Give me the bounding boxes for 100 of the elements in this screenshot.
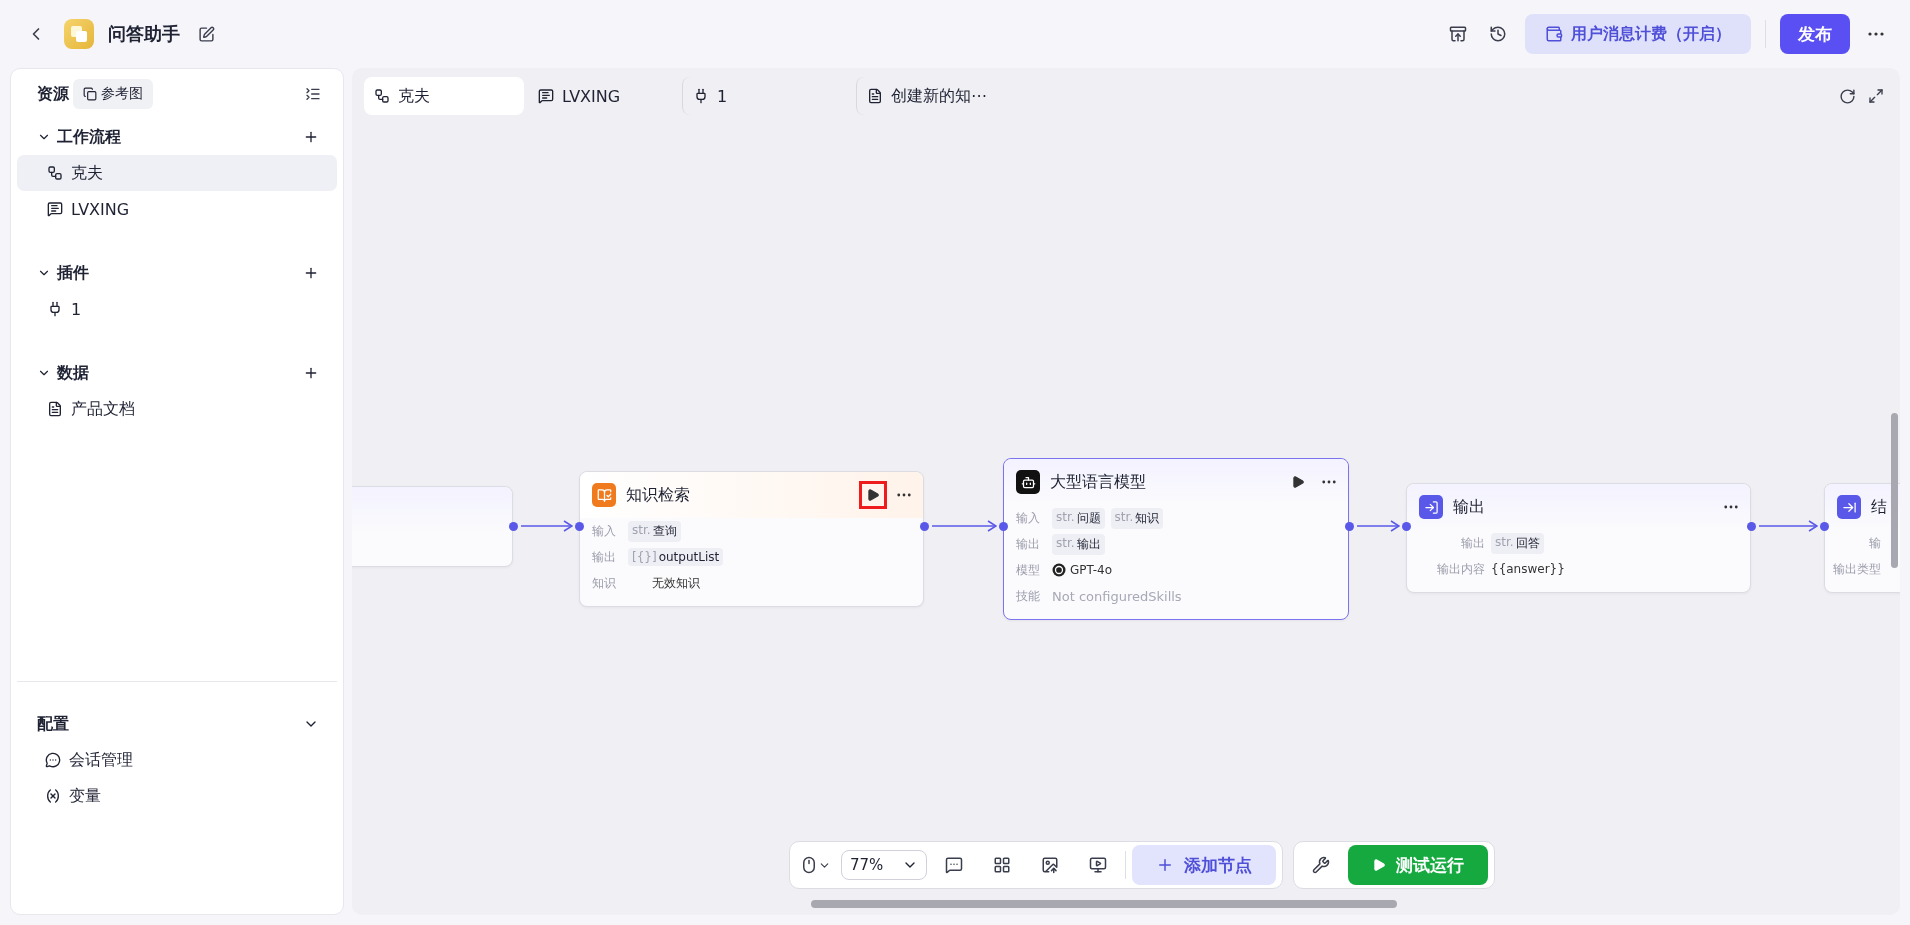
sidebar-item[interactable]: LVXING	[17, 191, 337, 227]
sidebar-item[interactable]: 克夫	[17, 155, 337, 191]
document-icon	[47, 401, 63, 417]
sidebar-item[interactable]: 1	[17, 291, 337, 327]
field-label: 输出	[1016, 535, 1041, 553]
add-node-button[interactable]: 添加节点	[1132, 845, 1276, 885]
node-title: 结	[1871, 496, 1888, 518]
field-label: 模型	[1016, 561, 1041, 579]
copy-icon	[83, 87, 97, 101]
section-title: 工作流程	[57, 126, 122, 148]
publish-button[interactable]: 发布	[1780, 14, 1850, 54]
sidebar-item[interactable]: 会话管理	[17, 742, 337, 778]
workflow-icon	[47, 165, 63, 181]
port-dot[interactable]	[1402, 522, 1411, 531]
variable-tag: [{}] outputList	[628, 548, 724, 566]
add-icon[interactable]	[303, 365, 319, 381]
port-dot[interactable]	[1345, 522, 1354, 531]
scrollbar[interactable]	[1891, 413, 1898, 568]
collapse-icon	[305, 86, 321, 102]
section-title: 插件	[57, 262, 90, 284]
screen-icon	[1089, 856, 1107, 874]
port-dot[interactable]	[1820, 522, 1829, 531]
plus-icon	[1156, 856, 1174, 874]
history-icon	[1489, 25, 1507, 43]
field-label: 输入	[1016, 509, 1041, 527]
variable-tag: str. 回答	[1491, 532, 1544, 554]
connector-arrow	[932, 519, 997, 533]
grid-icon	[993, 856, 1011, 874]
tab[interactable]: 1	[682, 77, 852, 115]
fullscreen-icon	[1868, 88, 1884, 104]
sidebar-item[interactable]: 变量	[17, 778, 337, 814]
variable-tag: str. 问题	[1052, 507, 1105, 529]
field-value: Not configuredSkills	[1052, 588, 1182, 604]
wallet-icon	[1545, 25, 1563, 43]
node-title: 输出	[1453, 496, 1486, 518]
chat-icon	[45, 752, 61, 768]
tab[interactable]: 创建新的知⋯	[856, 77, 1016, 115]
port-dot[interactable]	[999, 522, 1008, 531]
add-icon[interactable]	[303, 265, 319, 281]
node-card[interactable]: 输出 输出 str. 回答 输出内容 {{answer}}	[1406, 483, 1751, 593]
more-icon[interactable]	[1868, 32, 1884, 36]
refresh-icon	[1839, 87, 1856, 105]
node-card[interactable]: 大型语言模型 输入 str. 问题 str. 知识 输出 str. 输出 模型 GPT-4o 技能 Not configuredSkills	[1003, 458, 1349, 620]
field-label: 输	[1868, 534, 1881, 552]
tab[interactable]: LVXING	[528, 77, 678, 115]
book-icon	[596, 487, 612, 503]
port-dot[interactable]	[1747, 522, 1756, 531]
variable-icon	[45, 788, 61, 804]
section-title: 数据	[57, 362, 90, 384]
field-value: 无效知识	[652, 574, 700, 592]
field-label: 输出	[592, 548, 617, 566]
play-icon	[1291, 475, 1305, 489]
image-icon	[1041, 856, 1059, 874]
field-label: 输入	[592, 522, 617, 540]
more-icon[interactable]	[897, 493, 911, 497]
billing-button[interactable]: 用户消息计费（开启）	[1525, 14, 1751, 54]
sidebar-item[interactable]: 产品文档	[17, 391, 337, 427]
robot-icon	[1020, 474, 1036, 490]
tab[interactable]: 克夫	[364, 77, 524, 115]
section-title: 配置	[37, 713, 70, 735]
field-label: 输出类型	[1832, 560, 1881, 578]
field-label: 知识	[592, 574, 617, 592]
port-dot[interactable]	[920, 522, 929, 531]
node-title: 大型语言模型	[1050, 471, 1147, 493]
document-icon	[867, 88, 883, 104]
node-card[interactable]: 结 输 输出类型	[1824, 483, 1900, 593]
more-icon[interactable]	[1322, 480, 1336, 484]
zoom-select[interactable]: 77%	[841, 850, 927, 880]
add-icon[interactable]	[303, 129, 319, 145]
play-icon	[1372, 858, 1386, 872]
node-title: 知识检索	[626, 484, 691, 506]
connector-arrow	[1357, 519, 1400, 533]
run-button[interactable]	[859, 481, 887, 509]
variable-tag: str. 知识	[1110, 507, 1164, 529]
connector-arrow	[521, 519, 573, 533]
archive-icon	[1449, 25, 1467, 43]
enter-icon	[1423, 499, 1439, 515]
connector-arrow	[1759, 519, 1818, 533]
chat-icon	[538, 88, 554, 104]
node-card[interactable]: 知识检索 输入 str. 查询 输出 [{}] outputList 知识 无效知识	[579, 471, 924, 607]
workflow-icon	[374, 88, 390, 104]
field-label: 输出内容	[1436, 560, 1485, 578]
play-icon	[866, 488, 880, 502]
scrollbar[interactable]	[811, 900, 1397, 908]
port-dot[interactable]	[575, 522, 584, 531]
port-dot[interactable]	[509, 522, 518, 531]
variable-tag: str. 输出	[1052, 533, 1105, 555]
variable-tag: str. 查询	[628, 520, 681, 542]
more-icon[interactable]	[1724, 505, 1738, 509]
reference-button[interactable]: 参考图	[73, 79, 153, 109]
field-value: {{answer}}	[1491, 562, 1565, 576]
plug-icon	[47, 301, 63, 317]
app-logo	[64, 19, 94, 49]
field-label: 输出	[1460, 534, 1485, 552]
comment-icon	[945, 856, 963, 874]
plug-icon	[693, 88, 709, 104]
node-card[interactable]	[352, 486, 513, 567]
chat-icon	[47, 201, 63, 217]
sidebar-title: 资源	[37, 83, 69, 105]
app-title: 问答助手	[108, 22, 180, 46]
